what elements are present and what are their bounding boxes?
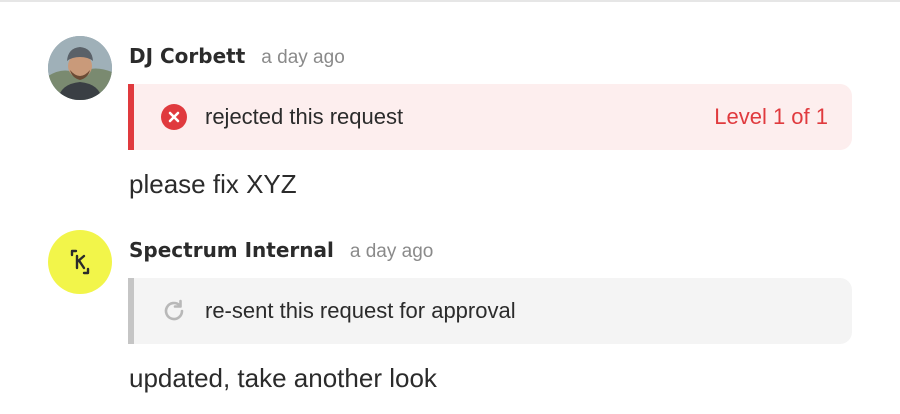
comment-message: please fix XYZ bbox=[129, 169, 297, 199]
resent-status-box: re-sent this request for approval bbox=[128, 278, 852, 344]
timestamp: a day ago bbox=[349, 241, 434, 262]
x-circle-icon bbox=[161, 104, 187, 130]
comment-header: DJ Corbett a day ago bbox=[129, 44, 345, 70]
user-photo-avatar bbox=[48, 36, 112, 100]
action-text: re-sent this request for approval bbox=[205, 298, 516, 323]
action-text: rejected this request bbox=[205, 104, 404, 129]
comment-header: Spectrum Internal a day ago bbox=[129, 238, 433, 264]
author-name[interactable]: Spectrum Internal bbox=[129, 238, 334, 262]
approval-level: Level 1 of 1 bbox=[714, 104, 828, 129]
k-logo-avatar bbox=[70, 249, 90, 275]
refresh-icon bbox=[164, 299, 184, 321]
avatar[interactable] bbox=[48, 36, 112, 100]
author-name[interactable]: DJ Corbett bbox=[129, 44, 245, 68]
avatar[interactable] bbox=[48, 230, 112, 294]
comment-message: updated, take another look bbox=[129, 363, 437, 393]
rejected-status-box: rejected this request Level 1 of 1 bbox=[128, 84, 852, 150]
top-divider bbox=[0, 0, 900, 2]
timestamp: a day ago bbox=[261, 47, 345, 68]
